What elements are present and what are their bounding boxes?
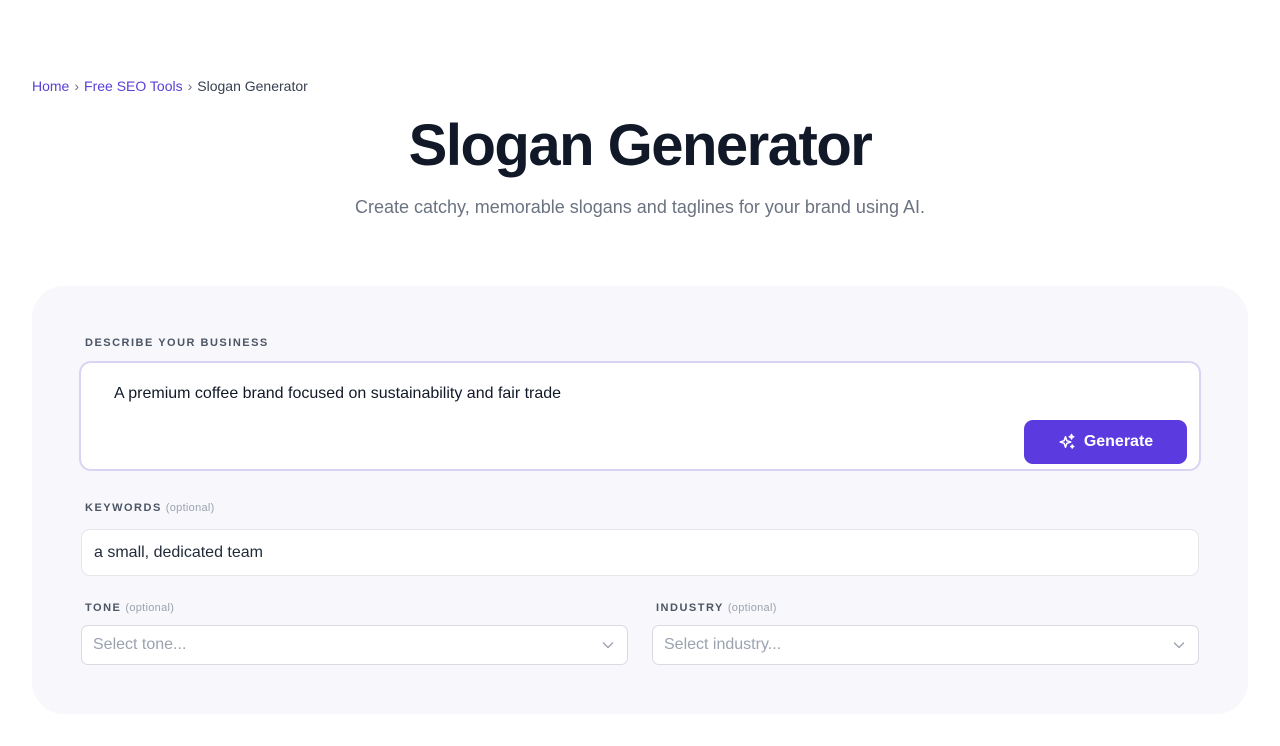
generate-button-label: Generate — [1083, 433, 1154, 450]
business-description-value: A premium coffee brand focused on sustai… — [114, 385, 562, 402]
breadcrumb-home-link[interactable]: Home — [32, 78, 69, 94]
page-subtitle: Create catchy, memorable slogans and tag… — [355, 197, 925, 217]
breadcrumb-separator: › — [74, 78, 80, 94]
industry-placeholder: Select industry... — [664, 636, 782, 653]
breadcrumb-tools-link[interactable]: Free SEO Tools — [84, 78, 183, 94]
keywords-input[interactable]: a small, dedicated team — [81, 529, 1199, 576]
industry-label: INDUSTRY (optional) — [656, 602, 777, 614]
page-title: Slogan Generator — [408, 113, 873, 178]
sparkles-icon — [1059, 433, 1075, 449]
tone-label: TONE (optional) — [85, 602, 175, 614]
business-description-textarea[interactable]: A premium coffee brand focused on sustai… — [79, 361, 1201, 471]
slogan-form-card: DESCRIBE YOUR BUSINESS A premium coffee … — [32, 286, 1248, 714]
tone-placeholder: Select tone... — [93, 636, 187, 653]
keywords-optional-hint: (optional) — [165, 502, 215, 514]
keywords-value: a small, dedicated team — [94, 543, 263, 561]
chevron-down-icon — [1173, 642, 1185, 649]
tone-optional-hint: (optional) — [125, 602, 175, 614]
industry-select[interactable]: Select industry... — [652, 625, 1199, 665]
chevron-down-icon — [602, 642, 614, 649]
industry-optional-hint: (optional) — [727, 602, 777, 614]
generate-button[interactable]: Generate — [1024, 420, 1187, 464]
breadcrumb-current: Slogan Generator — [197, 78, 308, 94]
keywords-label: KEYWORDS (optional) — [85, 502, 215, 514]
breadcrumb: Home › Free SEO Tools › Slogan Generator — [32, 78, 308, 94]
breadcrumb-separator: › — [187, 78, 193, 94]
tone-select[interactable]: Select tone... — [81, 625, 628, 665]
describe-label: DESCRIBE YOUR BUSINESS — [85, 337, 269, 349]
